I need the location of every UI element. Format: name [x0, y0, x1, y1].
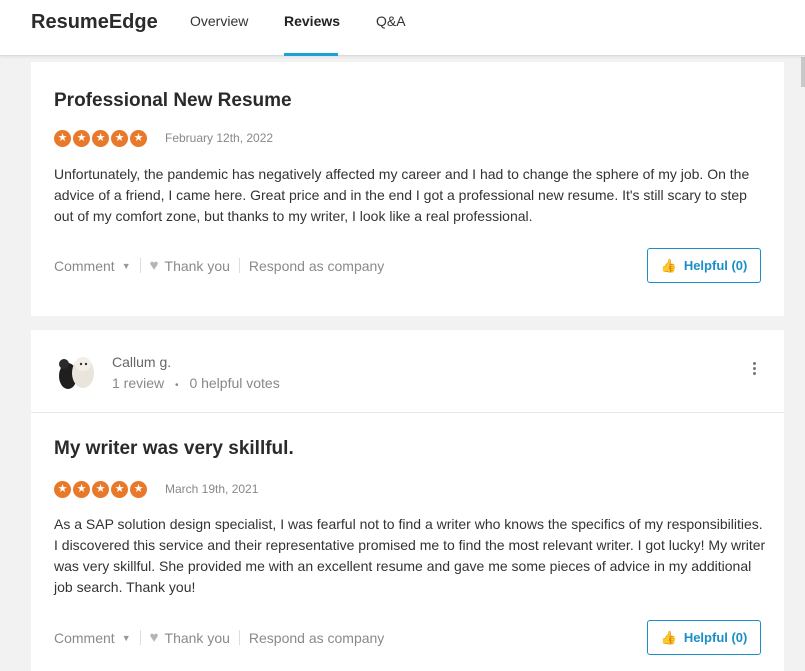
- more-vertical-icon[interactable]: [753, 362, 756, 375]
- review-text: Unfortunately, the pandemic has negative…: [54, 166, 750, 224]
- review-card: Professional New Resume ★ ★ ★ ★ ★ Februa…: [31, 62, 784, 316]
- tab-qa[interactable]: Q&A: [376, 13, 406, 29]
- review-actions: Comment ▼ ♥ Thank you Respond as company: [54, 257, 384, 274]
- thumbs-up-icon: 👍: [660, 629, 677, 645]
- review-title: My writer was very skillful.: [54, 438, 294, 459]
- thank-you-button[interactable]: ♥ Thank you: [150, 629, 230, 646]
- comment-button[interactable]: Comment ▼: [54, 630, 131, 646]
- star-icon: ★: [111, 481, 128, 498]
- star-icon: ★: [92, 481, 109, 498]
- review-date: February 12th, 2022: [165, 131, 274, 145]
- helpful-label: Helpful (0): [683, 630, 748, 645]
- star-icon: ★: [130, 130, 147, 147]
- divider: [238, 258, 240, 273]
- top-nav-bar: ResumeEdge Overview Reviews Q&A: [0, 0, 805, 56]
- review-actions: Comment ▼ ♥ Thank you Respond as company: [54, 629, 384, 646]
- author-review-count: 1 review: [112, 375, 165, 391]
- caret-down-icon: ▼: [121, 260, 131, 271]
- respond-as-company-link[interactable]: Respond as company: [249, 258, 384, 274]
- thank-you-label: Thank you: [164, 257, 230, 274]
- star-icon: ★: [54, 130, 71, 147]
- author-name[interactable]: Callum g.: [112, 354, 171, 370]
- star-icon: ★: [130, 481, 147, 498]
- star-icon: ★: [111, 130, 128, 147]
- divider: [139, 258, 141, 273]
- star-rating: ★ ★ ★ ★ ★: [54, 130, 147, 147]
- helpful-button[interactable]: 👍 Helpful (0): [647, 620, 761, 655]
- brand-logo[interactable]: ResumeEdge: [31, 11, 158, 34]
- author-stats: 1 review • 0 helpful votes: [112, 375, 280, 391]
- tab-overview[interactable]: Overview: [190, 13, 248, 29]
- star-icon: ★: [92, 130, 109, 147]
- avatar[interactable]: [54, 352, 98, 392]
- tab-reviews[interactable]: Reviews: [284, 13, 340, 29]
- review-author-header: Callum g. 1 review • 0 helpful votes: [31, 330, 784, 413]
- helpful-label: Helpful (0): [683, 258, 748, 273]
- review-date: March 19th, 2021: [165, 482, 259, 496]
- comment-label: Comment: [54, 257, 115, 274]
- page-scrollbar[interactable]: [801, 57, 805, 87]
- heart-icon: ♥: [149, 629, 159, 646]
- heart-icon: ♥: [149, 257, 159, 274]
- thank-you-label: Thank you: [164, 629, 230, 646]
- review-card: Callum g. 1 review • 0 helpful votes My …: [31, 330, 784, 671]
- comment-button[interactable]: Comment ▼: [54, 258, 131, 274]
- thumbs-up-icon: 👍: [660, 257, 677, 273]
- bullet-separator: •: [175, 380, 179, 391]
- star-icon: ★: [73, 130, 90, 147]
- caret-down-icon: ▼: [121, 632, 131, 643]
- thank-you-button[interactable]: ♥ Thank you: [150, 257, 230, 274]
- helpful-button[interactable]: 👍 Helpful (0): [647, 248, 761, 283]
- comment-label: Comment: [54, 629, 115, 646]
- author-helpful-votes: 0 helpful votes: [189, 375, 280, 391]
- star-icon: ★: [73, 481, 90, 498]
- review-text: As a SAP solution design specialist, I w…: [54, 516, 766, 595]
- star-icon: ★: [54, 481, 71, 498]
- review-title: Professional New Resume: [54, 90, 292, 111]
- star-rating: ★ ★ ★ ★ ★: [54, 481, 147, 498]
- active-tab-indicator: [284, 53, 338, 56]
- divider: [238, 630, 240, 645]
- respond-as-company-link[interactable]: Respond as company: [249, 630, 384, 646]
- divider: [139, 630, 141, 645]
